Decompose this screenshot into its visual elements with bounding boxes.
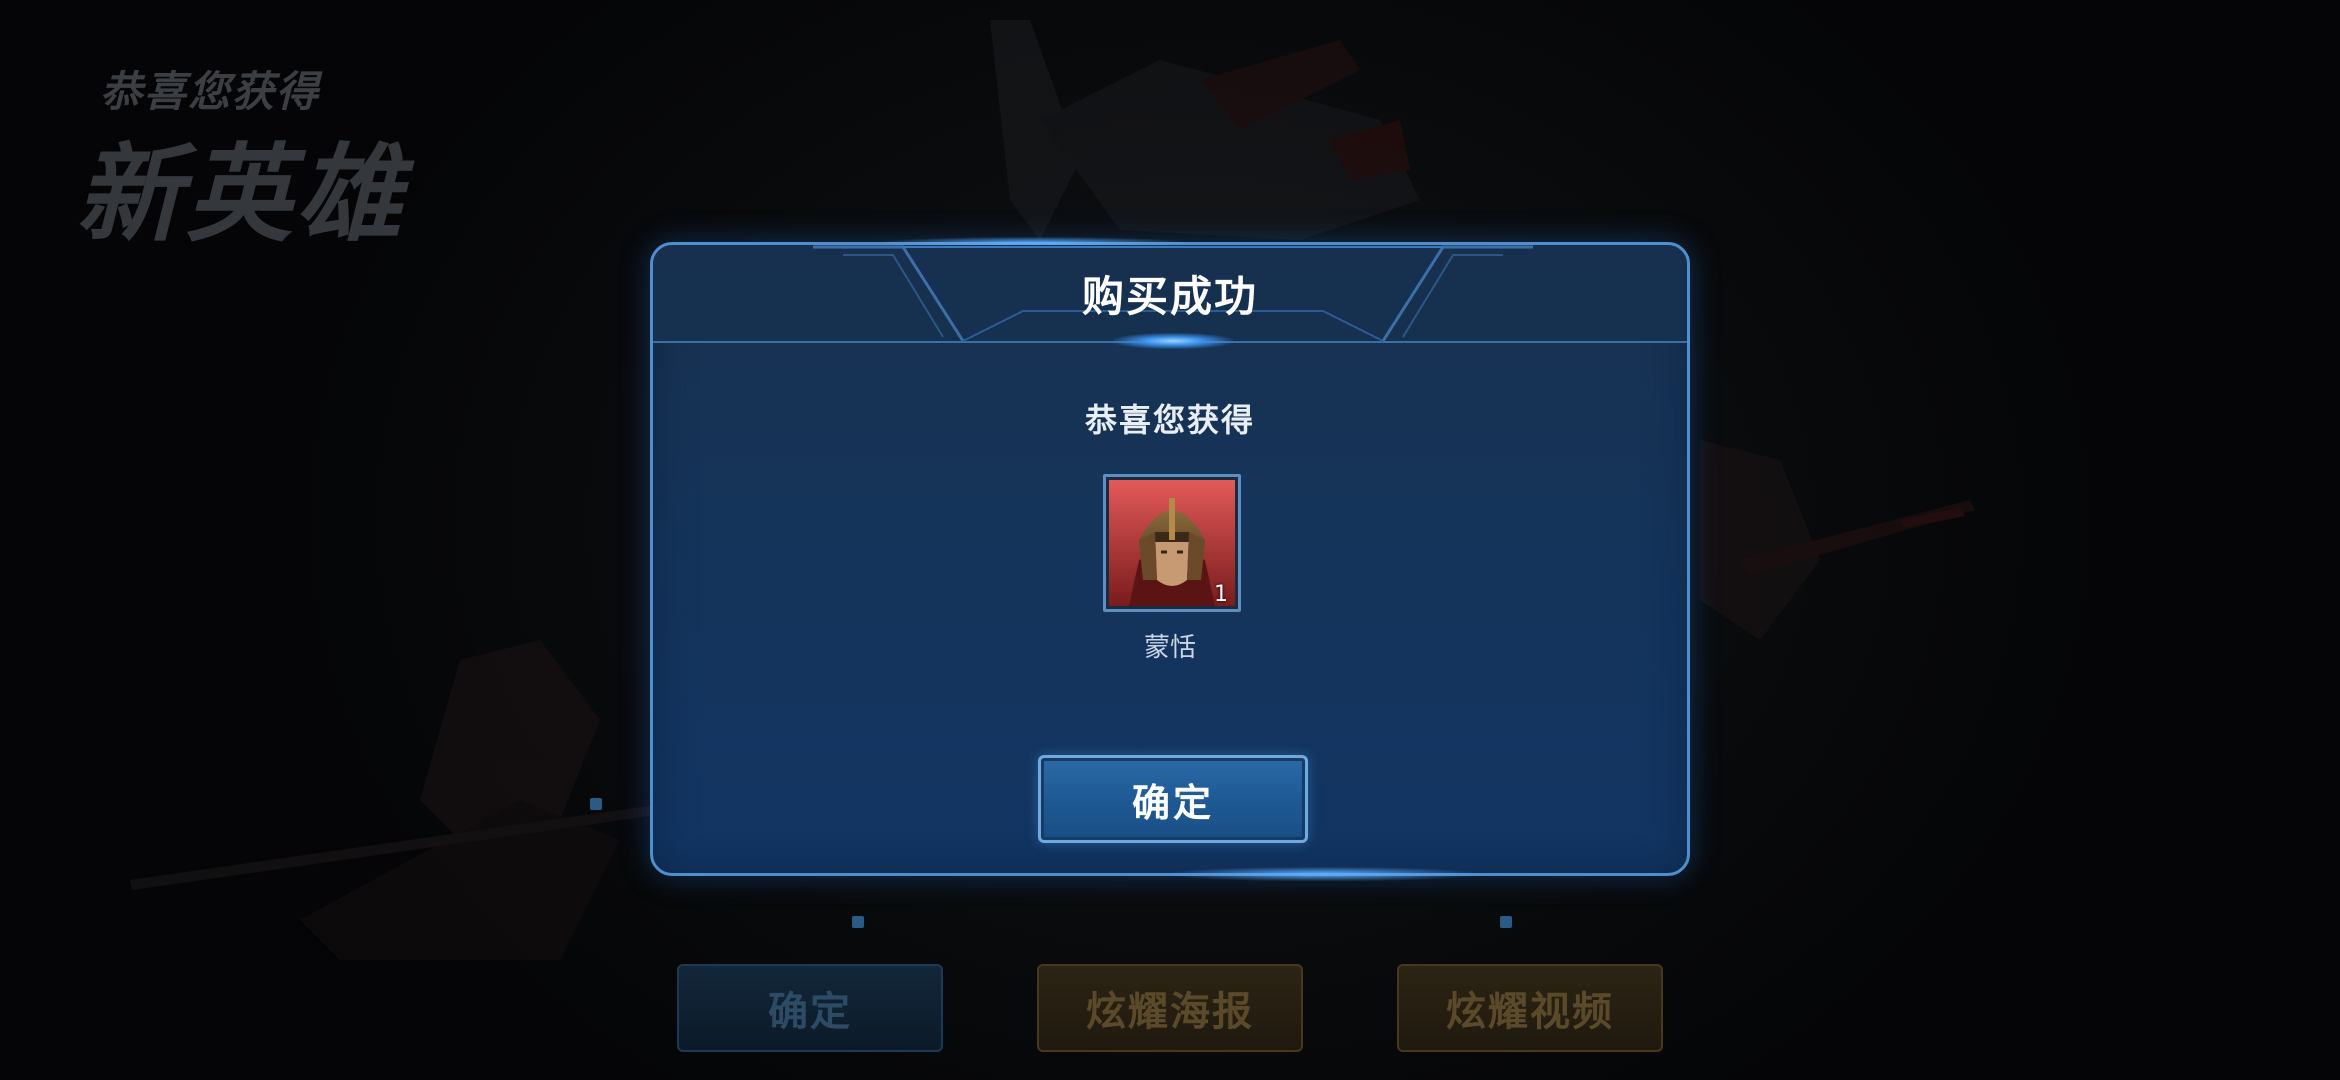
decor-dot [852,916,864,928]
congrats-message: 恭喜您获得 [1084,401,1255,439]
background-confirm-button: 确定 [677,964,943,1052]
decor-dot [1500,916,1512,928]
decor-dot [590,798,602,810]
hero-name: 蒙恬 [1143,633,1196,663]
banner-title: 新英雄 [76,133,406,256]
purchase-success-dialog: 购买成功 恭喜您获得 1 蒙恬 确定 [650,237,1690,881]
header-glow [1113,333,1233,349]
item-count: 1 [1214,582,1228,607]
bottom-glow [1173,867,1473,881]
dialog-title: 购买成功 [1081,272,1258,321]
show-poster-button: 炫耀海报 [1037,964,1303,1052]
confirm-button[interactable]: 确定 [1038,755,1308,843]
game-screen: 恭喜您获得 新英雄 确定 炫耀海报 炫耀视频 购买成功 恭喜您获得 1 蒙恬 确… [0,0,2340,1080]
hero-item-card[interactable]: 1 [1103,474,1241,612]
show-video-button: 炫耀视频 [1397,964,1663,1052]
